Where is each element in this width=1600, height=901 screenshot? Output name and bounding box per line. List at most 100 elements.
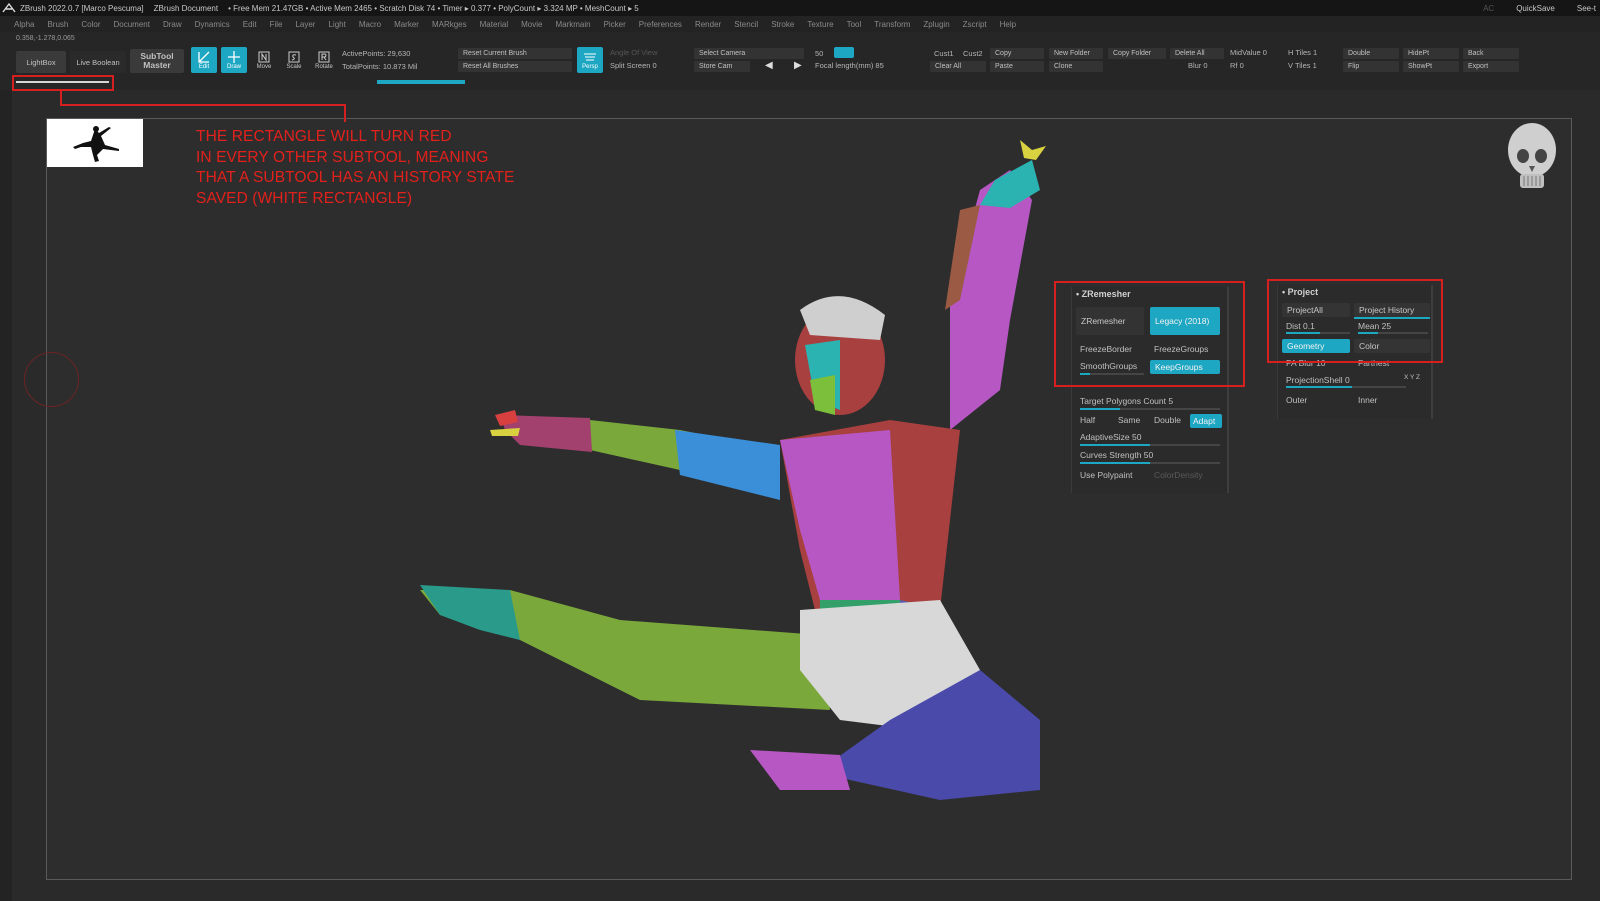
projection-shell-slider[interactable]: ProjectionShell 0 [1286, 375, 1350, 385]
hidept-button[interactable]: HidePt [1403, 48, 1459, 59]
split-screen-slider[interactable]: Split Screen 0 [610, 61, 657, 70]
clear-all-button[interactable]: Clear All [930, 61, 986, 72]
focal-length-slider[interactable]: Focal length(mm) 85 [815, 61, 884, 70]
use-polypaint-button[interactable]: Use Polypaint [1080, 470, 1132, 480]
live-boolean-button[interactable]: Live Boolean [70, 51, 126, 73]
dancer-silhouette-icon [73, 126, 119, 162]
menu-light[interactable]: Light [328, 20, 345, 29]
menu-stroke[interactable]: Stroke [771, 20, 794, 29]
rotate-tool-button[interactable]: Rotate [311, 47, 337, 73]
cust2-button[interactable]: Cust2 [963, 49, 983, 58]
reset-current-brush-button[interactable]: Reset Current Brush [458, 48, 572, 59]
menu-preferences[interactable]: Preferences [639, 20, 682, 29]
menu-zscript[interactable]: Zscript [963, 20, 987, 29]
menu-picker[interactable]: Picker [604, 20, 626, 29]
active-points: ActivePoints: 29,630 [342, 49, 411, 58]
double-button[interactable]: Double [1154, 415, 1181, 425]
clone-button[interactable]: Clone [1049, 61, 1103, 72]
prev-camera-icon[interactable]: ◀ [765, 60, 773, 71]
paste-button[interactable]: Paste [990, 61, 1044, 72]
menu-marker[interactable]: Marker [394, 20, 419, 29]
menu-document[interactable]: Document [114, 20, 150, 29]
menu-stencil[interactable]: Stencil [734, 20, 758, 29]
subtool-master-button[interactable]: SubTool Master [130, 49, 184, 73]
menu-color[interactable]: Color [81, 20, 100, 29]
persp-button[interactable]: Persp [577, 47, 603, 73]
target-polygons-slider[interactable]: Target Polygons Count 5 [1080, 396, 1173, 406]
store-cam-button[interactable]: Store Cam [694, 61, 750, 72]
menu-file[interactable]: File [270, 20, 283, 29]
menu-macro[interactable]: Macro [359, 20, 381, 29]
showpt-button[interactable]: ShowPt [1403, 61, 1459, 72]
menu-zplugin[interactable]: Zplugin [923, 20, 949, 29]
outer-button[interactable]: Outer [1286, 395, 1307, 405]
curves-strength-track [1080, 462, 1220, 464]
quicksave-button[interactable]: QuickSave [1516, 4, 1555, 13]
midvalue-slider[interactable]: MidValue 0 [1230, 48, 1267, 57]
edit-tool-button[interactable]: Edit [191, 47, 217, 73]
menu-material[interactable]: Material [480, 20, 508, 29]
cust1-button[interactable]: Cust1 [934, 49, 954, 58]
adapt-button[interactable]: Adapt [1190, 414, 1222, 428]
delete-all-button[interactable]: Delete All [1170, 48, 1224, 59]
menu-brush[interactable]: Brush [47, 20, 68, 29]
new-folder-button[interactable]: New Folder [1049, 48, 1103, 59]
dancer-sculpt[interactable] [420, 130, 1100, 830]
zbrush-logo-icon [2, 2, 16, 13]
adaptive-size-track [1080, 444, 1220, 446]
angle-of-view-label: Angle Of View [610, 48, 658, 57]
chest [780, 430, 900, 600]
finger-tips [1020, 140, 1046, 160]
adaptive-size-slider[interactable]: AdaptiveSize 50 [1080, 432, 1141, 442]
inner-button[interactable]: Inner [1358, 395, 1377, 405]
rotate-tool-label: Rotate [315, 64, 333, 70]
projection-shell-track [1286, 386, 1406, 388]
double-button[interactable]: Double [1343, 48, 1399, 59]
skull-icon[interactable] [1505, 120, 1559, 200]
menu-help[interactable]: Help [1000, 20, 1016, 29]
move-tool-label: Move [256, 64, 272, 70]
reset-all-brushes-button[interactable]: Reset All Brushes [458, 61, 572, 72]
export-button[interactable]: Export [1463, 61, 1519, 72]
menu-dynamics[interactable]: Dynamics [195, 20, 230, 29]
copy-folder-button[interactable]: Copy Folder [1108, 48, 1166, 59]
draw-tool-button[interactable]: Draw [221, 47, 247, 73]
xyz-axis-buttons[interactable]: X Y Z [1404, 374, 1420, 381]
menu-markmain[interactable]: Markmain [555, 20, 590, 29]
blur-slider[interactable]: Blur 0 [1188, 61, 1208, 70]
camera-toggle-icon[interactable] [834, 47, 854, 58]
top-shelf: 0.358,-1.278,0.065 LightBox Live Boolean… [0, 32, 1600, 90]
menu-edit[interactable]: Edit [243, 20, 257, 29]
menu-movie[interactable]: Movie [521, 20, 542, 29]
menu-transform[interactable]: Transform [874, 20, 910, 29]
menu-tool[interactable]: Tool [847, 20, 862, 29]
left-tray [0, 90, 12, 901]
see-through-button[interactable]: See-t [1577, 4, 1596, 13]
menu-render[interactable]: Render [695, 20, 721, 29]
copy-button[interactable]: Copy [990, 48, 1044, 59]
menu-layer[interactable]: Layer [295, 20, 315, 29]
history-highlight-box [12, 75, 114, 91]
half-button[interactable]: Half [1080, 415, 1095, 425]
v-tiles-slider[interactable]: V Tiles 1 [1288, 61, 1317, 70]
move-tool-button[interactable]: Move [251, 47, 277, 73]
lightbox-button[interactable]: LightBox [16, 51, 66, 73]
select-camera-button[interactable]: Select Camera [694, 48, 804, 59]
flip-button[interactable]: Flip [1343, 61, 1399, 72]
rf-slider[interactable]: Rf 0 [1230, 61, 1244, 70]
total-points: TotalPoints: 10.873 Mil [342, 62, 418, 71]
camera-value: 50 [815, 49, 824, 58]
scale-tool-button[interactable]: Scale [281, 47, 307, 73]
color-density-slider[interactable]: ColorDensity [1154, 470, 1203, 480]
next-camera-icon[interactable]: ▶ [794, 60, 802, 71]
menu-texture[interactable]: Texture [807, 20, 833, 29]
back-button[interactable]: Back [1463, 48, 1519, 59]
menu-alpha[interactable]: Alpha [14, 20, 34, 29]
curves-strength-slider[interactable]: Curves Strength 50 [1080, 450, 1153, 460]
h-tiles-slider[interactable]: H Tiles 1 [1288, 48, 1317, 57]
draw-icon [228, 51, 240, 63]
menu-draw[interactable]: Draw [163, 20, 182, 29]
bent-foot [750, 750, 850, 790]
same-button[interactable]: Same [1118, 415, 1140, 425]
menu-markges[interactable]: MARkges [432, 20, 467, 29]
